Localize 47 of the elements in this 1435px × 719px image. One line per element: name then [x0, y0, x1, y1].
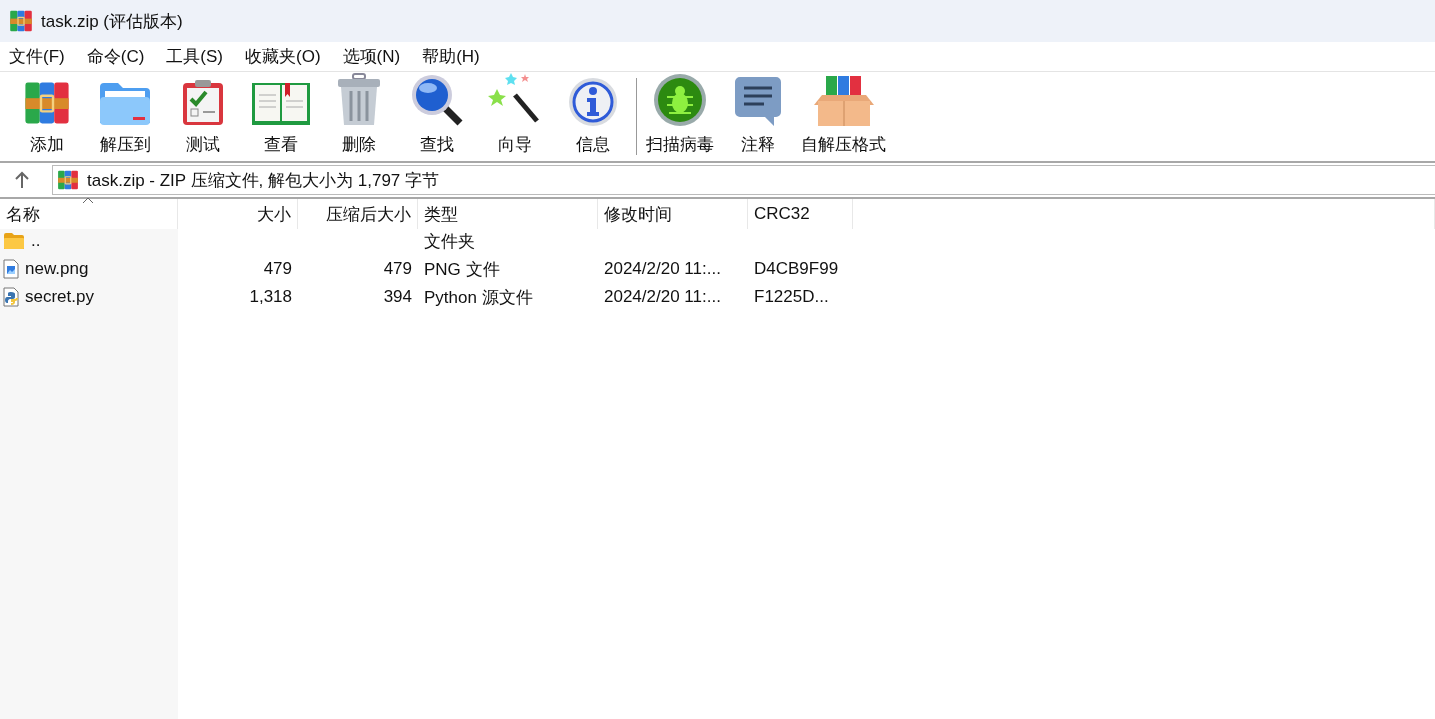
toolbar-button[interactable]: 注释	[719, 72, 797, 160]
file-name[interactable]: new.png	[25, 259, 89, 279]
menu-item[interactable]: 文件(F)	[2, 45, 72, 68]
menu-item[interactable]: 收藏夹(O)	[238, 45, 328, 68]
toolbar-button[interactable]: 添加	[8, 72, 86, 160]
toolbar-button[interactable]: 删除	[320, 72, 398, 160]
table-cell: 1,318	[249, 287, 292, 307]
table-cell: 479	[263, 259, 292, 279]
image-file-icon	[3, 259, 19, 279]
toolbar-button[interactable]: 解压到	[86, 72, 164, 160]
folder-icon	[3, 232, 25, 250]
file-name[interactable]: ..	[31, 231, 41, 251]
path-field[interactable]: task.zip - ZIP 压缩文件, 解包大小为 1,797 字节	[52, 165, 1435, 195]
toolbar-button[interactable]: 信息	[554, 72, 632, 160]
window-title: task.zip (评估版本)	[41, 10, 183, 33]
toolbar-button[interactable]: 自解压格式	[797, 72, 890, 160]
speech-bubble-icon	[734, 75, 782, 127]
table-cell: F1225D...	[754, 287, 829, 307]
table-cell: 2024/2/20 11:...	[604, 287, 721, 307]
table-cell-text: PNG 文件	[424, 258, 500, 281]
toolbar-button[interactable]: 查看	[242, 72, 320, 160]
menu-item[interactable]: 工具(S)	[159, 45, 230, 68]
bug-icon	[653, 73, 707, 127]
table-cell: 394	[383, 287, 412, 307]
box-books-icon	[811, 75, 876, 127]
trash-can-icon	[336, 73, 382, 127]
clipboard-check-icon	[181, 79, 225, 127]
python-file-icon	[3, 287, 19, 307]
table-cell-text: Python 源文件	[424, 286, 533, 309]
app-icon	[9, 9, 33, 33]
file-name[interactable]: secret.py	[25, 287, 94, 307]
table-cell-text: 文件夹	[424, 230, 475, 253]
table-cell: 2024/2/20 11:...	[604, 259, 721, 279]
menu-item[interactable]: 帮助(H)	[415, 45, 487, 68]
magnifier-icon	[410, 73, 464, 127]
toolbar-button[interactable]: 向导	[476, 72, 554, 160]
archive-icon	[57, 169, 79, 191]
toolbar-button[interactable]: 扫描病毒	[641, 72, 719, 160]
menu-item[interactable]: 选项(N)	[335, 45, 408, 68]
table-cell: D4CB9F99	[754, 259, 839, 279]
menu-item[interactable]: 命令(C)	[79, 45, 152, 68]
column-header[interactable]: 名称	[0, 199, 178, 229]
toolbar-button[interactable]: 测试	[164, 72, 242, 160]
toolbar-button[interactable]: 查找	[398, 72, 476, 160]
table-cell: 479	[383, 259, 412, 279]
up-arrow-icon[interactable]	[14, 171, 30, 189]
info-icon	[568, 77, 618, 127]
